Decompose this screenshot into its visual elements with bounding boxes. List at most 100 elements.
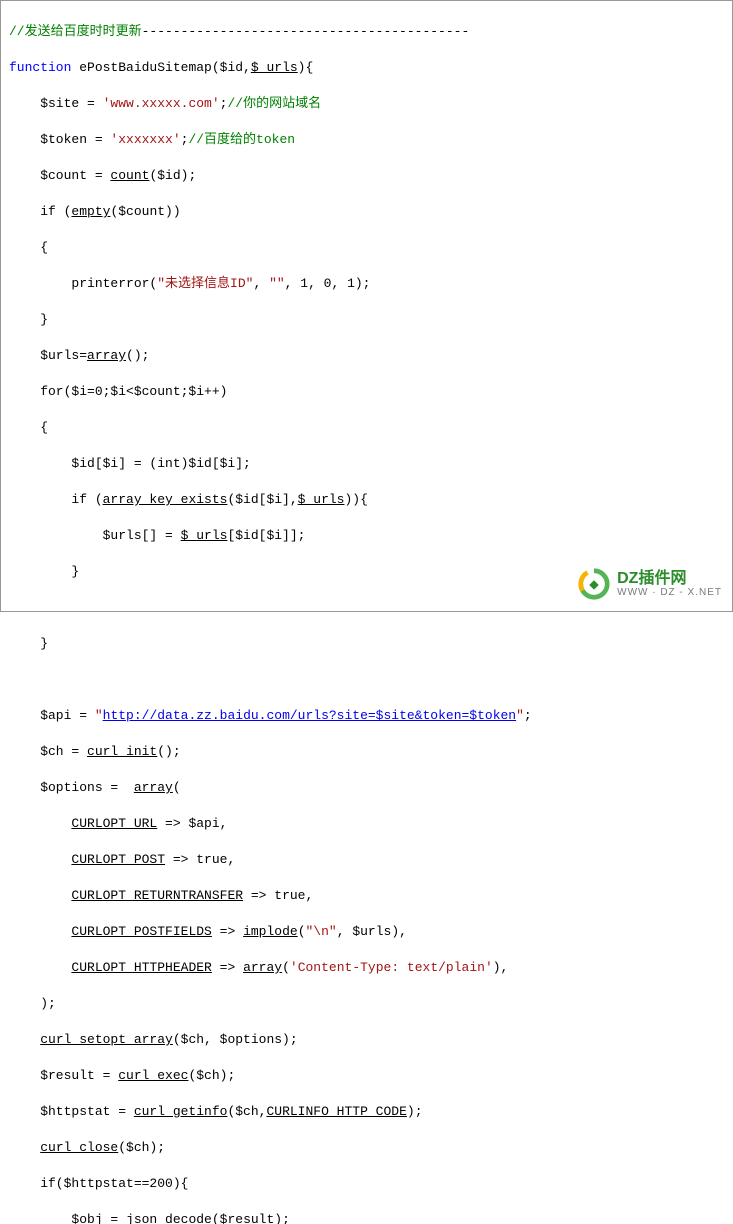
code-text <box>9 888 71 903</box>
keyword: function <box>9 60 71 75</box>
code-text: (); <box>157 744 180 759</box>
string: 'www.xxxxx.com' <box>103 96 220 111</box>
code-line: if (array_key_exists($id[$i],$_urls)){ <box>9 491 724 509</box>
code-line: CURLOPT_URL => $api, <box>9 815 724 833</box>
code-text: $count = <box>9 168 110 183</box>
code-text <box>9 924 71 939</box>
comment-text: //你的网站域名 <box>227 96 321 111</box>
code-text: if($httpstat==200){ <box>9 1176 188 1191</box>
code-text: )){ <box>344 492 367 507</box>
code-text: ){ <box>298 60 314 75</box>
code-text <box>9 816 71 831</box>
code-text: => <box>212 960 243 975</box>
func: count <box>110 168 149 183</box>
code-line: } <box>9 635 724 653</box>
const: CURLOPT_HTTPHEADER <box>71 960 211 975</box>
code-line: { <box>9 419 724 437</box>
code-line: { <box>9 239 724 257</box>
watermark: DZ插件网 WWW · DZ - X.NET <box>577 567 722 601</box>
code-line: $api = "http://data.zz.baidu.com/urls?si… <box>9 707 724 725</box>
comment-text: //百度给的token <box>188 132 295 147</box>
code-line: for($i=0;$i<$count;$i++) <box>9 383 724 401</box>
code-text: $ch = <box>9 744 87 759</box>
code-line: CURLOPT_RETURNTRANSFER => true, <box>9 887 724 905</box>
code-text: $id[$i] = (int)$id[$i]; <box>9 456 251 471</box>
const: CURLOPT_RETURNTRANSFER <box>71 888 243 903</box>
string: "\n" <box>306 924 337 939</box>
code-text: $urls[] = <box>9 528 181 543</box>
code-text: , $urls), <box>337 924 407 939</box>
code-line <box>9 599 724 617</box>
const: CURLOPT_POST <box>71 852 165 867</box>
code-text: [$id[$i]]; <box>227 528 305 543</box>
code-text: $result = <box>9 1068 118 1083</box>
code-text: } <box>9 312 48 327</box>
url-text: http://data.zz.baidu.com/urls?site=$site… <box>103 708 516 723</box>
code-text: { <box>9 420 48 435</box>
code-text: ($ch); <box>188 1068 235 1083</box>
code-text: (); <box>126 348 149 363</box>
code-line: ); <box>9 995 724 1013</box>
code-text: ( <box>173 780 181 795</box>
param: $_urls <box>251 60 298 75</box>
comment-text: //发送给百度时时更新 <box>9 24 142 39</box>
code-text: for($i=0;$i<$count;$i++) <box>9 384 227 399</box>
code-text: ($id[$i], <box>227 492 297 507</box>
code-line: CURLOPT_POSTFIELDS => implode("\n", $url… <box>9 923 724 941</box>
const: CURLOPT_POSTFIELDS <box>71 924 211 939</box>
code-line: $token = 'xxxxxxx';//百度给的token <box>9 131 724 149</box>
func: json_decode <box>126 1212 212 1224</box>
code-line <box>9 671 724 689</box>
code-line: } <box>9 311 724 329</box>
code-text: printerror( <box>9 276 157 291</box>
code-text <box>9 960 71 975</box>
code-line: $result = curl_exec($ch); <box>9 1067 724 1085</box>
code-line: printerror("未选择信息ID", "", 1, 0, 1); <box>9 275 724 293</box>
string: "未选择信息ID" <box>157 276 253 291</box>
code-line: $urls[] = $_urls[$id[$i]]; <box>9 527 724 545</box>
code-line: $count = count($id); <box>9 167 724 185</box>
code-text: if ( <box>9 492 103 507</box>
func: array <box>134 780 173 795</box>
logo-icon <box>577 567 611 601</box>
func: curl_close <box>40 1140 118 1155</box>
code-text: ePostBaiduSitemap($id, <box>71 60 250 75</box>
code-text: $token = <box>9 132 110 147</box>
code-text: ); <box>407 1104 423 1119</box>
code-text: if ( <box>9 204 71 219</box>
code-text: } <box>9 636 48 651</box>
code-text: ( <box>298 924 306 939</box>
code-text: $site = <box>9 96 103 111</box>
code-line: //发送给百度时时更新-----------------------------… <box>9 23 724 41</box>
code-text <box>9 1140 40 1155</box>
code-line: curl_setopt_array($ch, $options); <box>9 1031 724 1049</box>
const: CURLOPT_URL <box>71 816 157 831</box>
code-text: ($result); <box>212 1212 290 1224</box>
code-line: curl_close($ch); <box>9 1139 724 1157</box>
code-text: => $api, <box>157 816 227 831</box>
code-line: if (empty($count)) <box>9 203 724 221</box>
code-text: ( <box>282 960 290 975</box>
code-line: $id[$i] = (int)$id[$i]; <box>9 455 724 473</box>
string: 'xxxxxxx' <box>110 132 180 147</box>
code-text: ($count)) <box>110 204 180 219</box>
code-editor: //发送给百度时时更新-----------------------------… <box>1 1 732 1224</box>
param: $_urls <box>181 528 228 543</box>
func: array <box>87 348 126 363</box>
code-text <box>9 852 71 867</box>
func: array <box>243 960 282 975</box>
code-text <box>9 1032 40 1047</box>
const: CURLINFO_HTTP_CODE <box>266 1104 406 1119</box>
code-line: $obj = json_decode($result); <box>9 1211 724 1224</box>
code-line: $site = 'www.xxxxx.com';//你的网站域名 <box>9 95 724 113</box>
func: curl_exec <box>118 1068 188 1083</box>
dashes: ----------------------------------------… <box>142 24 470 39</box>
code-text: $api = <box>9 708 95 723</box>
func: curl_getinfo <box>134 1104 228 1119</box>
code-text: => true, <box>243 888 313 903</box>
code-text: => <box>212 924 243 939</box>
code-text: ); <box>9 996 56 1011</box>
func: implode <box>243 924 298 939</box>
code-text: ($ch, <box>227 1104 266 1119</box>
watermark-text: DZ插件网 WWW · DZ - X.NET <box>617 570 722 599</box>
